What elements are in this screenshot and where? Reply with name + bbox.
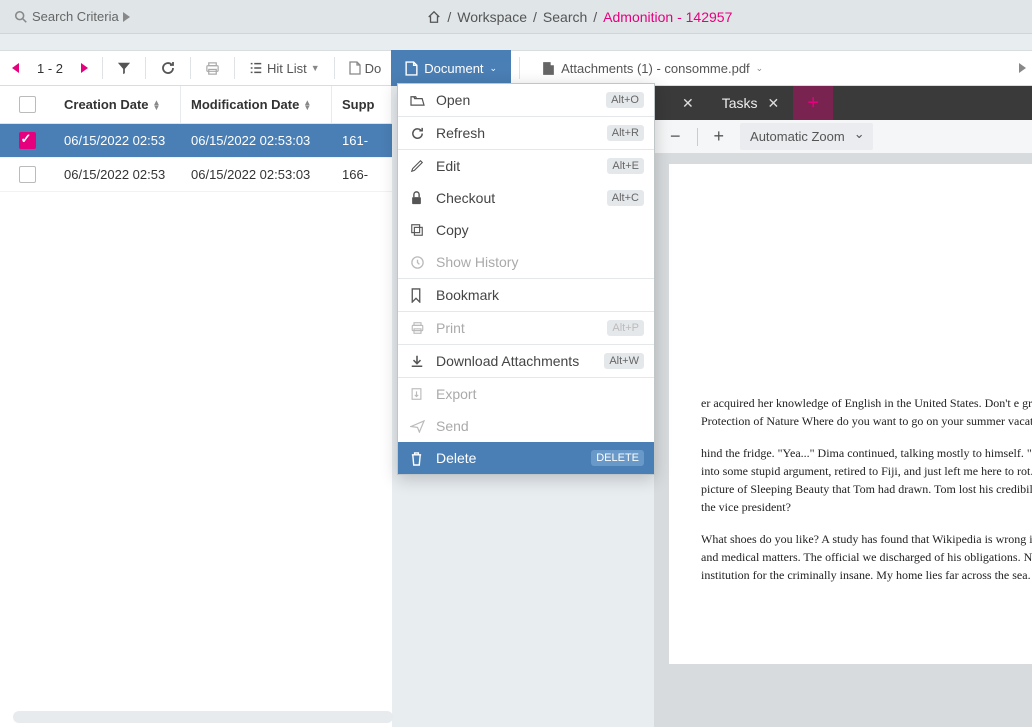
printer-icon [205, 61, 220, 76]
breadcrumb: / Workspace / Search / Admonition - 1429… [136, 9, 1024, 25]
copy-icon [410, 223, 426, 237]
menu-download[interactable]: Download Attachments Alt+W [398, 345, 654, 377]
chevron-down-icon: ⌄ [490, 63, 498, 74]
next-page-button[interactable] [75, 59, 94, 77]
table-row[interactable]: 06/15/2022 02:53 06/15/2022 02:53:03 161… [0, 124, 392, 158]
select-all-header[interactable] [0, 96, 54, 113]
hitlist-label: Hit List [267, 61, 307, 76]
zoom-select[interactable]: Automatic Zoom [740, 123, 873, 150]
print-button[interactable] [199, 57, 226, 80]
hitlist-button[interactable]: Hit List ▼ [243, 57, 326, 80]
zoom-in-button[interactable]: + [706, 122, 733, 151]
breadcrumb-workspace[interactable]: Workspace [457, 9, 527, 25]
doc-paragraph: hind the fridge. "Yea..." Dima continued… [701, 444, 1032, 516]
send-icon [410, 420, 426, 433]
lock-icon [410, 191, 426, 205]
preview-panel: ✕ Tasks ✕ + − + Automatic Zoom ⋮ [654, 86, 1032, 727]
menu-print: Print Alt+P [398, 312, 654, 344]
document-menu-label: Document [424, 61, 483, 76]
menu-bookmark[interactable]: Bookmark [398, 279, 654, 311]
doc-paragraph: er acquired her knowledge of English in … [701, 394, 1032, 430]
chevron-down-icon: ▼ [311, 63, 320, 73]
pager: 1 - 2 [6, 59, 94, 77]
menu-edit[interactable]: Edit Alt+E [398, 150, 654, 182]
menu-history: Show History [398, 246, 654, 278]
menu-checkout[interactable]: Checkout Alt+C [398, 182, 654, 214]
horizontal-scrollbar[interactable] [13, 711, 393, 723]
document-dropdown: Open Alt+O Refresh Alt+R Edit Alt+E Chec… [397, 83, 655, 475]
toolbar: 1 - 2 Hit List ▼ Do Document ⌄ Attachmen… [0, 50, 1032, 86]
filter-icon [117, 61, 131, 75]
trash-icon [410, 451, 426, 466]
file-icon [349, 61, 361, 75]
folder-open-icon [410, 94, 426, 107]
sort-icon: ▲▼ [303, 100, 311, 110]
document-menu-button[interactable]: Document ⌄ [391, 50, 511, 86]
tab-bar: ✕ Tasks ✕ + [654, 86, 1032, 120]
close-icon[interactable]: ✕ [768, 95, 780, 112]
refresh-icon [410, 126, 426, 141]
attachments-button[interactable]: Attachments (1) - consomme.pdf ⌄ [528, 50, 777, 86]
grid-header: Creation Date▲▼ Modification Date▲▼ Supp [0, 86, 392, 124]
document-viewer[interactable]: @ er acquired her knowledge of English i… [654, 154, 1032, 727]
export-icon [410, 387, 426, 401]
toolbar-overflow-button[interactable] [1019, 63, 1026, 73]
breadcrumb-search[interactable]: Search [543, 9, 587, 25]
menu-send: Send [398, 410, 654, 442]
search-icon [14, 10, 28, 24]
pencil-icon [410, 159, 426, 173]
refresh-button[interactable] [154, 56, 182, 80]
file-icon [405, 61, 418, 76]
chevron-right-icon [123, 12, 130, 22]
chevron-down-icon: ⌄ [756, 63, 764, 74]
file-icon [542, 61, 555, 76]
viewer-toolbar: − + Automatic Zoom ⋮ [654, 120, 1032, 154]
table-row[interactable]: 06/15/2022 02:53 06/15/2022 02:53:03 166… [0, 158, 392, 192]
col-supp[interactable]: Supp [332, 86, 392, 123]
col-creation-date[interactable]: Creation Date▲▼ [54, 86, 181, 123]
breadcrumb-current: Admonition - 142957 [603, 9, 732, 25]
checkbox-icon [19, 96, 36, 113]
list-icon [249, 61, 263, 75]
home-icon[interactable] [427, 10, 441, 24]
sort-icon: ▲▼ [153, 100, 161, 110]
arrow-right-icon [81, 63, 88, 73]
top-bar: Search Criteria / Workspace / Search / A… [0, 0, 1032, 34]
attachments-label: Attachments (1) - consomme.pdf [561, 61, 750, 76]
zoom-out-button[interactable]: − [662, 122, 689, 151]
menu-export: Export [398, 378, 654, 410]
checkbox-icon[interactable] [19, 132, 36, 149]
checkbox-icon[interactable] [19, 166, 36, 183]
doc-partial-button[interactable]: Do [343, 57, 388, 80]
menu-copy[interactable]: Copy [398, 214, 654, 246]
bookmark-icon [410, 288, 426, 303]
filter-button[interactable] [111, 57, 137, 79]
doc-paragraph: What shoes do you like? A study has foun… [701, 530, 1032, 584]
history-icon [410, 255, 426, 270]
menu-open[interactable]: Open Alt+O [398, 84, 654, 116]
menu-refresh[interactable]: Refresh Alt+R [398, 117, 654, 149]
col-modification-date[interactable]: Modification Date▲▼ [181, 86, 332, 123]
add-tab-button[interactable]: + [793, 86, 833, 120]
tab-label: Tasks [722, 95, 758, 111]
result-grid: Creation Date▲▼ Modification Date▲▼ Supp… [0, 86, 392, 727]
search-criteria-button[interactable]: Search Criteria [8, 6, 136, 27]
search-criteria-label: Search Criteria [32, 9, 119, 24]
close-icon[interactable]: ✕ [682, 95, 694, 112]
printer-icon [410, 321, 426, 335]
pager-text: 1 - 2 [31, 61, 69, 76]
logo-graphic: @ [701, 194, 1032, 334]
doc-partial-label: Do [365, 61, 382, 76]
refresh-icon [160, 60, 176, 76]
pdf-page: @ er acquired her knowledge of English i… [669, 164, 1032, 664]
menu-delete[interactable]: Delete DELETE [398, 442, 654, 474]
plus-icon: + [807, 92, 819, 115]
tab-tasks[interactable]: Tasks ✕ [708, 86, 794, 120]
arrow-left-icon [12, 63, 19, 73]
download-icon [410, 354, 426, 368]
tab-unnamed[interactable]: ✕ [654, 86, 708, 120]
prev-page-button[interactable] [6, 59, 25, 77]
